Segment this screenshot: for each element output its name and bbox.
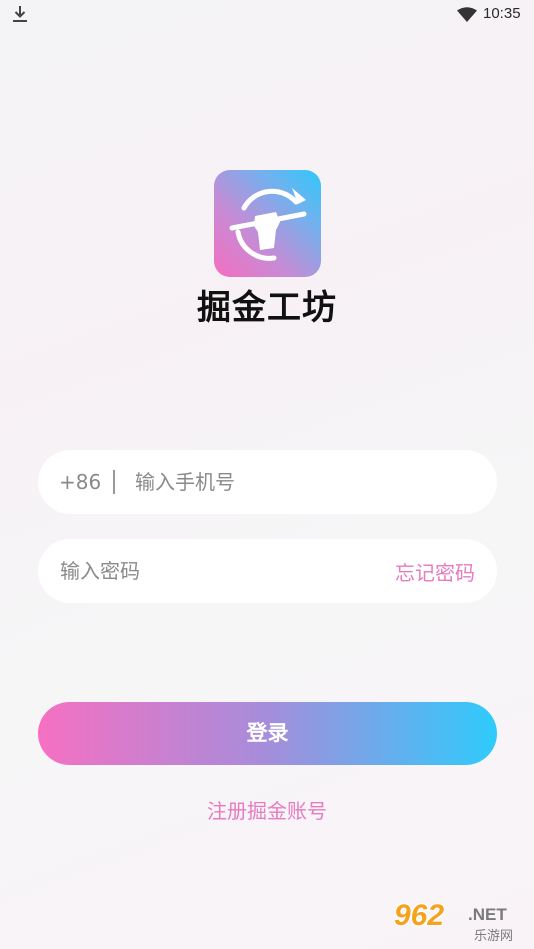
app-title: 掘金工坊 bbox=[197, 288, 337, 328]
download-icon bbox=[13, 6, 27, 22]
watermark-number: 962 bbox=[394, 899, 445, 932]
forgot-password-link[interactable]: 忘记密码 bbox=[395, 557, 475, 586]
password-input[interactable] bbox=[60, 555, 360, 587]
country-code-selector[interactable]: +86 bbox=[59, 470, 101, 494]
status-bar: 10:35 bbox=[0, 0, 534, 28]
login-button[interactable]: 登录 bbox=[38, 702, 497, 765]
phone-field[interactable]: +86 bbox=[38, 450, 497, 514]
wifi-icon bbox=[457, 7, 477, 22]
field-divider bbox=[113, 470, 115, 494]
register-link[interactable]: 注册掘金账号 bbox=[0, 795, 534, 824]
status-time: 10:35 bbox=[483, 5, 521, 22]
watermark-suffix: .NET bbox=[468, 905, 507, 924]
app-logo bbox=[214, 170, 321, 277]
watermark-text: 乐游网 bbox=[474, 929, 514, 944]
password-field[interactable]: 忘记密码 bbox=[38, 539, 497, 603]
pickaxe-fist-logo-icon bbox=[229, 188, 307, 261]
phone-input[interactable] bbox=[135, 466, 465, 498]
site-watermark: 962 .NET 乐游网 bbox=[394, 899, 530, 945]
